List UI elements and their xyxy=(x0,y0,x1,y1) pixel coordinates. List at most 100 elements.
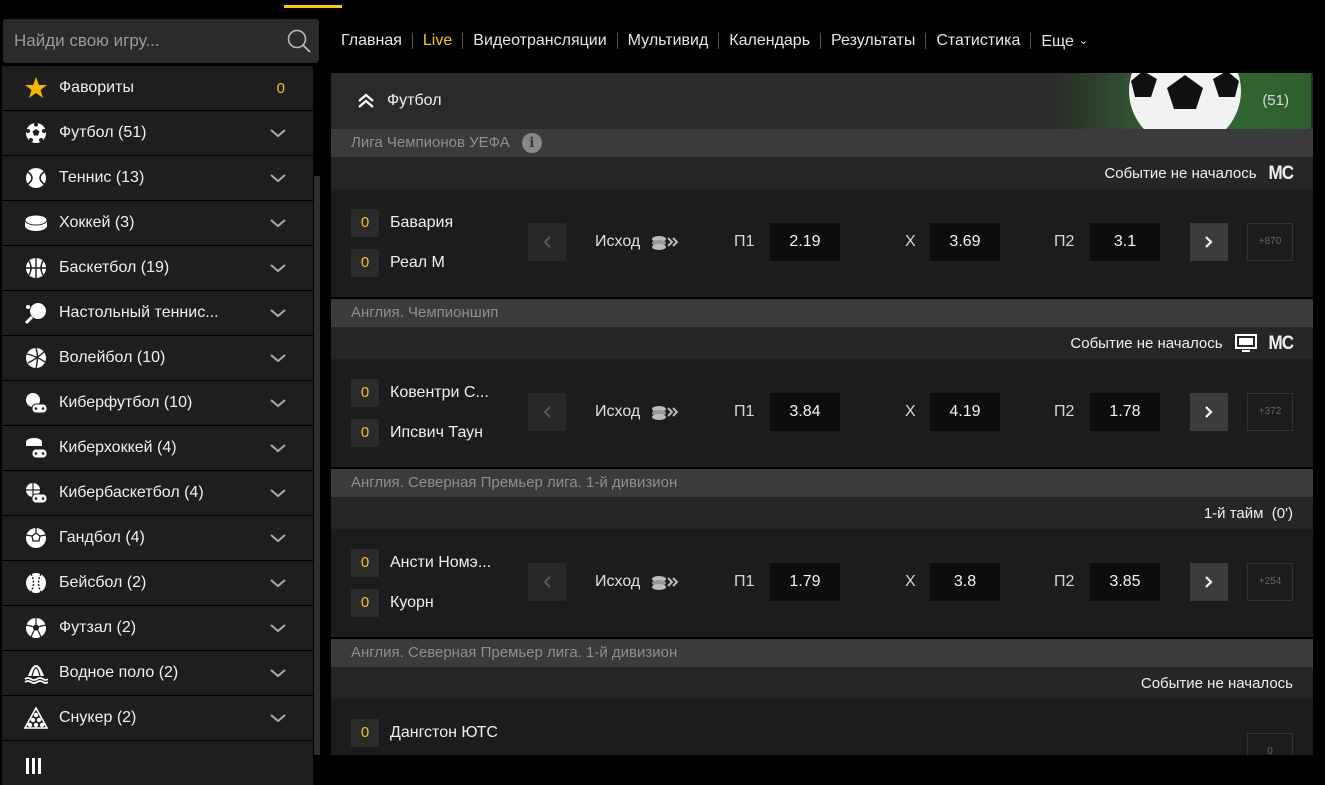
more-markets-button[interactable]: +870 xyxy=(1247,223,1293,261)
team2-name[interactable]: Ипсвич Таун xyxy=(390,419,483,447)
sidebar-item-label: Волейбол (10) xyxy=(59,349,166,366)
odd-p1[interactable]: 2.19 xyxy=(770,223,840,261)
league-header[interactable]: Англия. Северная Премьер лига. 1-й дивиз… xyxy=(331,469,1313,497)
sidebar-item-handball[interactable]: Гандбол (4) xyxy=(2,516,313,560)
info-icon[interactable]: i xyxy=(521,133,542,153)
chevron-left-icon xyxy=(543,406,551,418)
baseball-icon xyxy=(23,570,49,596)
more-markets-button[interactable]: +254 xyxy=(1247,563,1293,601)
event-status-bar: Событие не началось MC xyxy=(331,327,1313,359)
chevron-down-icon[interactable] xyxy=(269,442,287,454)
sidebar-item-label: Снукер (2) xyxy=(59,709,137,726)
chevron-down-icon[interactable] xyxy=(269,532,287,544)
volleyball-icon xyxy=(23,345,49,371)
chevron-down-icon: ⌄ xyxy=(1078,34,1089,47)
odd-p1[interactable]: 1.79 xyxy=(770,563,840,601)
chevron-down-icon[interactable] xyxy=(269,127,287,139)
mc-icon[interactable]: MC xyxy=(1269,162,1294,185)
chevron-down-icon[interactable] xyxy=(269,352,287,364)
sidebar-item-tennis[interactable]: Теннис (13) xyxy=(2,156,313,200)
odd-x[interactable]: 4.19 xyxy=(930,393,1000,431)
soccer-ball-icon xyxy=(23,120,49,146)
chevron-down-icon[interactable] xyxy=(269,487,287,499)
league-header[interactable]: Англия. Северная Премьер лига. 1-й дивиз… xyxy=(331,639,1313,667)
sidebar-item-baseball[interactable]: Бейсбол (2) xyxy=(2,561,313,605)
active-tab-indicator xyxy=(284,5,342,8)
sidebar-item-snooker[interactable]: Снукер (2) xyxy=(2,696,313,740)
chevron-down-icon[interactable] xyxy=(269,712,287,724)
league-header[interactable]: Лига Чемпионов УЕФА i xyxy=(331,129,1313,157)
chevron-down-icon[interactable] xyxy=(269,307,287,319)
team1-name[interactable]: Бавария xyxy=(390,209,453,237)
event-row: 0 Дангстон ЮТС 0 xyxy=(331,699,1313,755)
more-markets-button[interactable]: +372 xyxy=(1247,393,1293,431)
chevron-down-icon[interactable] xyxy=(269,397,287,409)
odd-x[interactable]: 3.69 xyxy=(930,223,1000,261)
team2-name[interactable]: Куорн xyxy=(390,589,434,617)
odd-p2[interactable]: 3.1 xyxy=(1090,223,1160,261)
odd-p2[interactable]: 3.85 xyxy=(1090,563,1160,601)
x-label: X xyxy=(905,573,916,590)
next-market-button[interactable] xyxy=(1190,563,1228,601)
nav-results[interactable]: Результаты xyxy=(821,28,925,54)
mc-icon[interactable]: MC xyxy=(1269,332,1294,355)
nav-more[interactable]: Еще ⌄ xyxy=(1031,28,1098,55)
sidebar-item-volleyball[interactable]: Волейбол (10) xyxy=(2,336,313,380)
sidebar-item-cyber-hockey[interactable]: Киберхоккей (4) xyxy=(2,426,313,470)
section-header[interactable]: Футбол (51) xyxy=(331,73,1313,129)
sidebar-item-futsal[interactable]: Футзал (2) xyxy=(2,606,313,650)
nav-home[interactable]: Главная xyxy=(331,28,412,54)
collapse-chevrons-icon[interactable] xyxy=(357,92,375,110)
next-market-button[interactable] xyxy=(1190,393,1228,431)
ping-pong-icon xyxy=(23,300,49,326)
chevron-down-icon[interactable] xyxy=(269,667,287,679)
chevron-down-icon[interactable] xyxy=(269,172,287,184)
team1-score: 0 xyxy=(351,719,379,747)
chevron-down-icon[interactable] xyxy=(269,622,287,634)
chevron-down-icon[interactable] xyxy=(269,217,287,229)
prev-market-button[interactable] xyxy=(528,563,566,601)
team1-name[interactable]: Ансти Номэ... xyxy=(390,549,491,577)
events-panel: Футбол (51) Лига Чемпионов УЕФА i Событие… xyxy=(331,73,1313,755)
nav-more-label: Еще xyxy=(1041,32,1074,50)
nav-multiview[interactable]: Мультивид xyxy=(618,28,719,54)
league-name: Лига Чемпионов УЕФА xyxy=(351,134,510,151)
odd-x[interactable]: 3.8 xyxy=(930,563,1000,601)
sidebar-item-football[interactable]: Футбол (51) xyxy=(2,111,313,155)
sidebar-item-cyber-football[interactable]: Киберфутбол (10) xyxy=(2,381,313,425)
sidebar-item-table-tennis[interactable]: Настольный теннис... xyxy=(2,291,313,335)
sidebar-item-water-polo[interactable]: Водное поло (2) xyxy=(2,651,313,695)
tv-icon[interactable] xyxy=(1234,334,1257,352)
team1-name[interactable]: Дангстон ЮТС xyxy=(390,719,498,747)
more-markets-button[interactable]: 0 xyxy=(1247,733,1293,755)
prev-market-button[interactable] xyxy=(528,393,566,431)
team2-name[interactable]: Реал М xyxy=(390,249,445,277)
sidebar-item-basketball[interactable]: Баскетбол (19) xyxy=(2,246,313,290)
sidebar-scrollbar[interactable] xyxy=(314,176,320,755)
league-header[interactable]: Англия. Чемпионшип xyxy=(331,299,1313,327)
chevron-down-icon[interactable] xyxy=(269,262,287,274)
market-name: Исход xyxy=(595,563,680,601)
odd-p2[interactable]: 1.78 xyxy=(1090,393,1160,431)
coins-icon xyxy=(652,576,679,590)
nav-statistics[interactable]: Статистика xyxy=(926,28,1030,54)
sport-icon xyxy=(23,750,49,776)
chevron-down-icon[interactable] xyxy=(269,577,287,589)
team1-name[interactable]: Ковентри С... xyxy=(390,379,489,407)
search-icon[interactable] xyxy=(286,28,312,54)
odd-p1[interactable]: 3.84 xyxy=(770,393,840,431)
nav-video[interactable]: Видеотрансляции xyxy=(463,28,616,54)
section-total-count: (51) xyxy=(1262,92,1289,109)
prev-market-button[interactable] xyxy=(528,223,566,261)
sidebar-item-cyber-basketball[interactable]: Кибербаскетбол (4) xyxy=(2,471,313,515)
next-market-button[interactable] xyxy=(1190,223,1228,261)
league-name: Англия. Чемпионшип xyxy=(351,304,499,321)
sidebar-item-favorites[interactable]: Фавориты 0 xyxy=(2,66,313,110)
search-input[interactable] xyxy=(3,19,273,63)
nav-calendar[interactable]: Календарь xyxy=(719,28,820,54)
sidebar-item-label: Футзал (2) xyxy=(59,619,137,636)
sidebar-item-partial[interactable] xyxy=(2,741,313,785)
nav-live[interactable]: Live xyxy=(413,28,462,54)
sidebar-item-hockey[interactable]: Хоккей (3) xyxy=(2,201,313,245)
p2-label: П2 xyxy=(1054,403,1075,420)
